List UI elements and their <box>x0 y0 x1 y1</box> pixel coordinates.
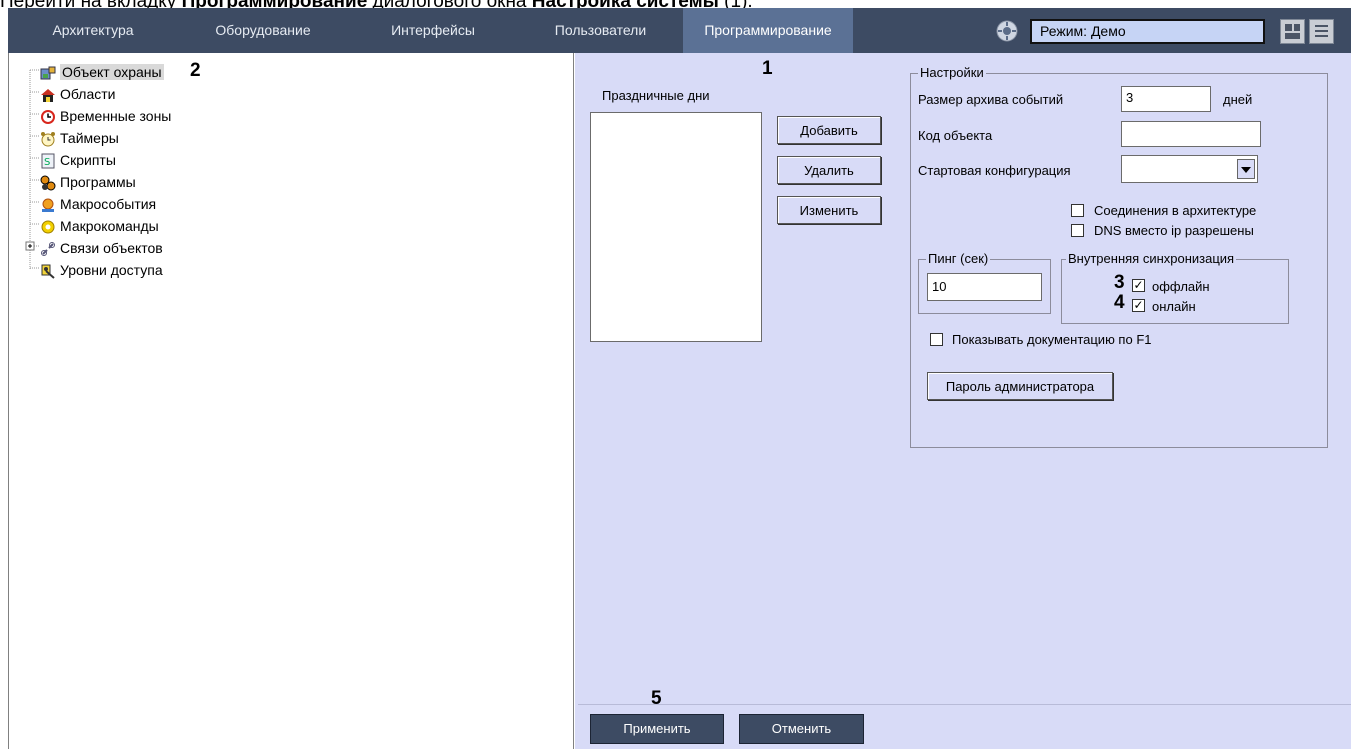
cancel-button[interactable]: Отменить <box>739 714 864 744</box>
callout-4: 4 <box>1114 292 1125 313</box>
tree-item-access-levels[interactable]: Уровни доступа <box>40 259 171 281</box>
clock-icon <box>41 110 55 125</box>
archive-size-input[interactable]: 3 <box>1121 86 1211 112</box>
tree-item-timers[interactable]: Таймеры <box>40 127 171 149</box>
macro-event-icon <box>42 198 54 213</box>
house-icon <box>41 89 55 103</box>
start-config-select[interactable] <box>1121 155 1258 183</box>
dns-label: DNS вместо ip разрешены <box>1094 223 1254 238</box>
tree-item-macro-commands[interactable]: Макрокоманды <box>40 215 171 237</box>
security-object-icon <box>40 66 56 80</box>
svg-text:S: S <box>44 157 50 168</box>
admin-password-button[interactable]: Пароль администратора <box>927 372 1113 400</box>
delete-holiday-button[interactable]: Удалить <box>777 156 881 184</box>
holidays-list[interactable] <box>590 112 762 342</box>
tree-item-scripts[interactable]: S Скрипты <box>40 149 171 171</box>
mode-field[interactable]: Режим: Демо <box>1030 19 1265 44</box>
tab-users[interactable]: Пользователи <box>518 8 683 53</box>
arch-connections-label: Соединения в архитектуре <box>1094 203 1257 218</box>
tree-item-object-links[interactable]: Связи объектов <box>40 237 171 259</box>
mode-gear-icon[interactable] <box>996 20 1018 42</box>
program-icon <box>40 175 56 191</box>
archive-unit-label: дней <box>1223 92 1253 107</box>
offline-checkbox[interactable]: ✓ <box>1132 279 1145 292</box>
link-icon <box>41 242 55 257</box>
callout-2: 2 <box>190 60 201 81</box>
arch-connections-checkbox[interactable] <box>1071 204 1084 217</box>
script-icon: S <box>41 153 55 169</box>
tab-interfaces[interactable]: Интерфейсы <box>348 8 518 53</box>
tab-architecture[interactable]: Архитектура <box>8 8 178 53</box>
offline-label: оффлайн <box>1152 279 1210 294</box>
apply-button[interactable]: Применить <box>590 714 724 744</box>
holidays-title: Праздничные дни <box>602 88 710 103</box>
add-holiday-button[interactable]: Добавить <box>777 116 881 144</box>
callout-3: 3 <box>1114 272 1125 293</box>
dns-checkbox[interactable] <box>1071 224 1084 237</box>
archive-size-label: Размер архива событий <box>918 92 1064 107</box>
menu-icon[interactable] <box>1309 19 1334 44</box>
edit-holiday-button[interactable]: Изменить <box>777 196 881 224</box>
settings-title: Настройки <box>918 65 986 80</box>
object-tree: Объект охраны Области Временные зоны Тай… <box>40 61 171 281</box>
tree-item-security-object[interactable]: Объект охраны <box>40 61 171 83</box>
tab-hardware[interactable]: Оборудование <box>178 8 348 53</box>
callout-1: 1 <box>762 58 773 79</box>
tree-item-time-zones[interactable]: Временные зоны <box>40 105 171 127</box>
object-code-input[interactable] <box>1121 121 1261 147</box>
ping-input[interactable]: 10 <box>927 273 1042 301</box>
macro-command-icon <box>41 220 55 234</box>
access-key-icon <box>41 264 55 280</box>
callout-5: 5 <box>651 688 662 709</box>
sync-title: Внутренняя синхронизация <box>1066 251 1237 266</box>
online-checkbox[interactable]: ✓ <box>1132 299 1145 312</box>
show-docs-label: Показывать документацию по F1 <box>952 332 1152 347</box>
online-label: онлайн <box>1152 299 1196 314</box>
tab-programming[interactable]: Программирование <box>683 8 853 53</box>
object-code-label: Код объекта <box>918 128 993 143</box>
tree-item-areas[interactable]: Области <box>40 83 171 105</box>
show-docs-checkbox[interactable] <box>930 333 943 346</box>
tree-item-programs[interactable]: Программы <box>40 171 171 193</box>
layout-grid-icon[interactable] <box>1280 19 1305 44</box>
start-config-label: Стартовая конфигурация <box>918 163 1071 178</box>
tree-item-macro-events[interactable]: Макрособытия <box>40 193 171 215</box>
chevron-down-icon[interactable] <box>1237 159 1255 179</box>
ping-title: Пинг (сек) <box>926 251 991 266</box>
footer-divider <box>578 704 1351 705</box>
alarm-clock-icon <box>41 132 55 147</box>
top-nav-bar: Архитектура Оборудование Интерфейсы Поль… <box>8 8 1351 53</box>
